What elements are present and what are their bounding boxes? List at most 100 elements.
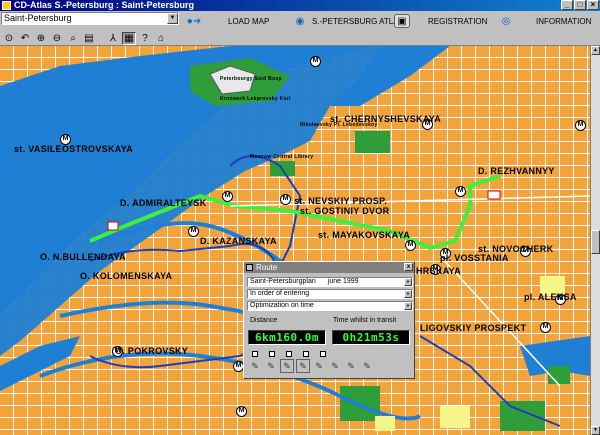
buildings-2	[375, 416, 395, 431]
scroll-up-icon[interactable]: ▲	[591, 46, 600, 55]
atlas-button[interactable]: ◉ S.-PETERSBURG ATLAS	[292, 13, 404, 29]
clear-route-icon[interactable]: ✎	[296, 359, 310, 373]
chevron-down-icon[interactable]: ▼	[167, 13, 178, 24]
street-label: st. NOVOCHERK	[478, 244, 554, 254]
maximize-button[interactable]: □	[574, 0, 586, 10]
app-icon	[2, 1, 11, 10]
destination-marker[interactable]	[487, 190, 501, 200]
plan-select-date: june 1999	[327, 278, 359, 285]
globe-arrow-icon: ●➜	[186, 15, 202, 27]
street-label: pl. VOSSTANIA	[440, 253, 509, 263]
register-icon: ▣	[394, 14, 410, 28]
route-option-3-icon[interactable]: ✎	[344, 359, 358, 373]
home-icon[interactable]: ⌂	[154, 32, 168, 45]
metro-icon[interactable]: M	[236, 406, 247, 417]
plan-select[interactable]: Saint-Petersburgplan june 1999 ▼	[247, 277, 413, 287]
title-bar: CD-Atlas S.-Petersburg : Saint-Petersbur…	[0, 0, 600, 11]
route-dialog-icon	[246, 264, 253, 271]
street-label: O. POKROVSKY	[115, 346, 189, 356]
metro-icon[interactable]: M	[222, 191, 233, 202]
route-dialog-close-button[interactable]: x	[404, 263, 413, 271]
street-label: pl. ALEKSA	[524, 292, 577, 302]
park-1	[355, 131, 390, 153]
delete-point-icon[interactable]: ✎	[280, 359, 294, 373]
tool-indicator	[320, 351, 326, 357]
route-option-2-icon[interactable]: ✎	[328, 359, 342, 373]
chevron-down-icon[interactable]: ▼	[404, 290, 412, 298]
route-dialog-titlebar[interactable]: Route x	[244, 262, 414, 273]
route-option-4-icon[interactable]: ✎	[360, 359, 374, 373]
search-icon[interactable]: ⌕	[66, 32, 80, 45]
window-title: CD-Atlas S.-Petersburg : Saint-Petersbur…	[14, 0, 195, 10]
add-point-icon[interactable]: ✎	[248, 359, 262, 373]
street-label: HRSKAYA	[416, 266, 461, 276]
distance-label: Distance	[250, 317, 278, 324]
map-tools: ⊙ ↶ ⊕ ⊖ ⌕ ▤ ⅄ ▦ ? ⌂	[0, 31, 600, 46]
street-label: D. REZHVANNYY	[478, 166, 555, 176]
zoom-in-icon[interactable]: ⊕	[34, 32, 48, 45]
route-icon[interactable]: ⅄	[106, 32, 120, 45]
optimization-select[interactable]: Optimization on time ▼	[247, 301, 413, 311]
landmark-label: Nikolaevsky Pl. Lebedevskoy	[300, 122, 378, 128]
undo-icon[interactable]: ↶	[18, 32, 32, 45]
street-label: D. KAZANSKAYA	[200, 236, 277, 246]
pointer-icon[interactable]: ⊙	[2, 32, 16, 45]
metro-icon[interactable]: M	[310, 56, 321, 67]
metro-icon[interactable]: M	[188, 226, 199, 237]
time-display: 0h21m53s	[332, 330, 410, 345]
street-label: st. VASILEOSTROVSKAYA	[14, 144, 133, 154]
order-select[interactable]: In order of entering ▼	[247, 289, 413, 299]
street-label: D. ADMIRALTEYSK	[120, 198, 207, 208]
plan-select-value: Saint-Petersburgplan	[250, 278, 316, 285]
route-dialog-title: Route	[256, 263, 278, 272]
zoom-out-icon[interactable]: ⊖	[50, 32, 64, 45]
chevron-down-icon[interactable]: ▼	[404, 302, 412, 310]
map-vertical-scrollbar[interactable]: ▲ ▼	[590, 46, 600, 435]
information-button[interactable]: ◎ INFORMATION	[498, 13, 592, 29]
time-label: Time whilst in transit	[333, 317, 397, 324]
metro-icon[interactable]: M	[405, 240, 416, 251]
street-label: st. GOSTINIY DVOR	[300, 206, 390, 216]
buildings-1	[440, 406, 470, 428]
route-active-icon[interactable]: ▦	[122, 31, 136, 45]
metro-icon[interactable]: M	[575, 120, 586, 131]
metro-icon[interactable]: M	[280, 194, 291, 205]
optimization-select-value: Optimization on time	[250, 302, 314, 309]
scroll-thumb[interactable]	[591, 230, 600, 254]
chevron-down-icon[interactable]: ▼	[404, 278, 412, 286]
scroll-down-icon[interactable]: ▼	[591, 426, 600, 435]
tool-indicator	[303, 351, 309, 357]
help-icon[interactable]: ?	[138, 32, 152, 45]
metro-icon[interactable]: M	[455, 186, 466, 197]
window-controls: _ □ ×	[561, 0, 599, 10]
route-option-icon[interactable]: ✎	[312, 359, 326, 373]
fortress-label: Kronwerk Lekprovsky Kori	[220, 96, 291, 102]
move-point-icon[interactable]: ✎	[264, 359, 278, 373]
street-label: O. N.BULLENDAYA	[40, 252, 126, 262]
metro-icon[interactable]: M	[540, 322, 551, 333]
fortress-label: Peterbourgy Soid Bosp	[220, 76, 282, 82]
park-4	[500, 401, 545, 431]
app-window: CD-Atlas S.-Petersburg : Saint-Petersbur…	[0, 0, 600, 435]
route-tools: ✎ ✎ ✎ ✎ ✎ ✎ ✎ ✎	[248, 359, 374, 373]
main-toolbar: Saint-Petersburg ▼ ●➜ LOAD MAP ◉ S.-PETE…	[0, 11, 600, 31]
street-label: LIGOVSKIY PROSPEKT	[420, 323, 527, 333]
atlas-label: S.-PETERSBURG ATLAS	[312, 16, 404, 26]
route-dialog: Route x Saint-Petersburgplan june 1999 ▼ …	[243, 261, 415, 379]
load-map-label: LOAD MAP	[228, 16, 270, 26]
city-select-value: Saint-Petersburg	[4, 13, 72, 23]
city-select[interactable]: Saint-Petersburg ▼	[1, 12, 179, 25]
print-icon[interactable]: ▤	[82, 32, 96, 45]
registration-button[interactable]: ▣ REGISTRATION	[394, 13, 487, 29]
street-label: st. MAYAKOVSKAYA	[318, 230, 411, 240]
order-select-value: In order of entering	[250, 290, 310, 297]
close-button[interactable]: ×	[587, 0, 599, 10]
hotel-marker[interactable]	[107, 221, 119, 231]
registration-label: REGISTRATION	[428, 16, 488, 26]
tool-indicator	[269, 351, 275, 357]
distance-display: 6km160.0m	[248, 330, 326, 345]
landmark-label: Moscow Central Library	[250, 154, 314, 160]
minimize-button[interactable]: _	[561, 0, 573, 10]
tool-indicator	[252, 351, 258, 357]
load-map-button[interactable]: ●➜ LOAD MAP	[186, 13, 270, 29]
